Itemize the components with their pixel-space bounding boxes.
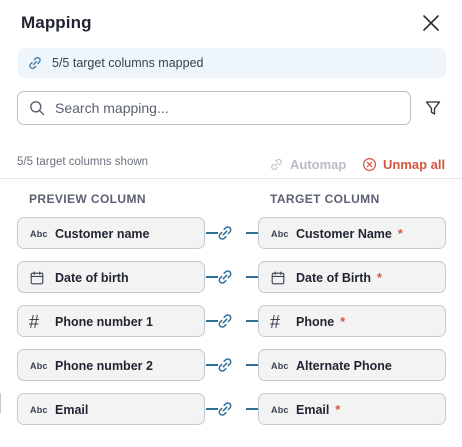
divider bbox=[0, 178, 462, 179]
text-type-icon: Abc bbox=[271, 361, 289, 371]
target-column-chip[interactable]: Abc Alternate Phone bbox=[258, 349, 446, 381]
target-column-label: Date of Birth * bbox=[296, 262, 382, 294]
target-column-label: Phone * bbox=[296, 306, 345, 338]
connector-line bbox=[246, 276, 258, 278]
target-column-name: Alternate Phone bbox=[296, 359, 392, 373]
preview-column-label: Phone number 2 bbox=[55, 359, 153, 373]
target-column-chip[interactable]: Date of Birth * bbox=[258, 261, 446, 293]
automap-button[interactable]: Automap bbox=[269, 154, 346, 174]
filter-icon bbox=[425, 101, 441, 115]
target-column-chip[interactable]: Abc Email * bbox=[258, 393, 446, 425]
preview-column-label: Customer name bbox=[55, 227, 150, 241]
text-type-icon: Abc bbox=[271, 229, 289, 239]
calendar-icon bbox=[30, 262, 44, 294]
text-type-icon: Abc bbox=[30, 361, 48, 371]
preview-column-label: Email bbox=[55, 403, 89, 417]
search-field[interactable] bbox=[17, 91, 411, 125]
link-icon[interactable] bbox=[216, 400, 234, 418]
status-text: 5/5 target columns mapped bbox=[52, 56, 204, 70]
close-icon bbox=[423, 15, 439, 31]
preview-column-chip[interactable]: Abc Customer name bbox=[17, 217, 205, 249]
filter-button[interactable] bbox=[420, 95, 446, 121]
text-type-icon: Abc bbox=[30, 229, 48, 239]
preview-column-label: Date of birth bbox=[55, 271, 129, 285]
preview-column-chip[interactable]: # Phone number 1 bbox=[17, 305, 205, 337]
link-icon[interactable] bbox=[216, 224, 234, 242]
preview-column-label: Phone number 1 bbox=[55, 315, 153, 329]
search-input[interactable] bbox=[55, 97, 395, 119]
required-marker: * bbox=[335, 403, 341, 417]
mapping-row: Abc Email Abc Email * bbox=[0, 393, 462, 425]
preview-column-chip[interactable]: Abc Phone number 2 bbox=[17, 349, 205, 381]
mapping-row: Date of birth Date of Birth * bbox=[0, 261, 462, 293]
calendar-icon bbox=[271, 262, 285, 294]
unmap-all-button[interactable]: Unmap all bbox=[362, 154, 445, 174]
mapping-row: # Phone number 1 # Phone * bbox=[0, 305, 462, 337]
number-type-icon: # bbox=[29, 311, 40, 332]
connector-line bbox=[246, 408, 258, 410]
target-column-name: Email bbox=[296, 403, 330, 417]
search-icon bbox=[30, 101, 45, 116]
automap-label: Automap bbox=[290, 156, 347, 172]
scroll-edge-marker bbox=[0, 393, 1, 413]
target-column-label: Alternate Phone bbox=[296, 350, 398, 382]
mapping-panel: Mapping 5/5 target columns mapped Search… bbox=[0, 0, 462, 447]
close-button[interactable] bbox=[420, 12, 442, 34]
connector-line bbox=[246, 364, 258, 366]
target-column-label: Customer Name * bbox=[296, 218, 403, 250]
link-icon[interactable] bbox=[216, 268, 234, 286]
required-marker: * bbox=[377, 271, 382, 285]
preview-column-chip[interactable]: Date of birth bbox=[17, 261, 205, 293]
link-icon bbox=[29, 56, 41, 70]
target-column-name: Date of Birth bbox=[296, 271, 371, 285]
automap-link-icon bbox=[271, 158, 282, 170]
link-icon[interactable] bbox=[216, 356, 234, 374]
link-icon[interactable] bbox=[216, 312, 234, 330]
panel-title: Mapping bbox=[21, 13, 92, 32]
target-column-chip[interactable]: Abc Customer Name * bbox=[258, 217, 446, 249]
status-banner: 5/5 target columns mapped bbox=[18, 48, 446, 78]
target-column-header: TARGET COLUMN bbox=[270, 192, 380, 206]
connector-line bbox=[246, 232, 258, 234]
text-type-icon: Abc bbox=[30, 405, 48, 415]
preview-column-chip[interactable]: Abc Email bbox=[17, 393, 205, 425]
text-type-icon: Abc bbox=[271, 405, 289, 415]
target-column-name: Phone bbox=[296, 315, 335, 329]
required-marker: * bbox=[397, 227, 403, 241]
target-column-name: Customer Name bbox=[296, 227, 392, 241]
target-column-label: Email * bbox=[296, 394, 340, 426]
unmap-all-label: Unmap all bbox=[383, 156, 446, 172]
required-marker: * bbox=[340, 315, 346, 329]
unmap-x-circle-icon bbox=[362, 157, 377, 171]
connector-line bbox=[246, 320, 258, 322]
mapping-row: Abc Customer name Abc Customer Name * bbox=[0, 217, 462, 249]
mapping-row: Abc Phone number 2 Abc Alternate Phone bbox=[0, 349, 462, 381]
panel-header: Mapping bbox=[21, 10, 448, 38]
mapping-toolbar: 5/5 target columns shown Automap Unmap a… bbox=[17, 154, 448, 174]
shown-count-text: 5/5 target columns shown bbox=[17, 156, 149, 168]
target-column-chip[interactable]: # Phone * bbox=[258, 305, 446, 337]
preview-column-header: PREVIEW COLUMN bbox=[29, 192, 146, 206]
number-type-icon: # bbox=[270, 311, 281, 332]
